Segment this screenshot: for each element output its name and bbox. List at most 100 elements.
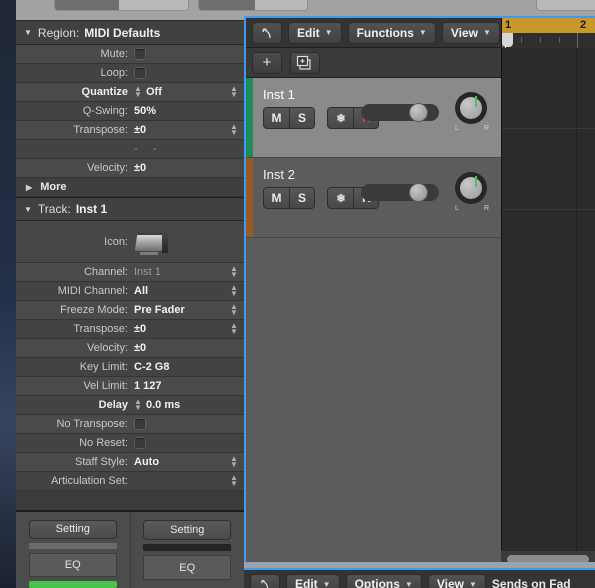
stepper-region-transpose[interactable]: ▲ ▼ (230, 123, 238, 137)
top-segmented-control-2[interactable] (198, 0, 308, 11)
volume-knob-2[interactable] (409, 183, 428, 202)
row-region-qswing[interactable]: Q-Swing: 50% (16, 102, 244, 121)
stepper-midi-channel[interactable]: ▲ ▼ (230, 284, 238, 298)
checkbox-no-transpose[interactable] (134, 418, 146, 430)
track-header-inst-2[interactable]: Inst 2 M S ❄ R L (246, 158, 501, 238)
checkbox-mute[interactable] (134, 48, 146, 60)
stepper-freeze-mode[interactable]: ▲ ▼ (230, 303, 238, 317)
top-segmented-control-3[interactable] (536, 0, 595, 11)
value-region-velocity[interactable]: ±0 (134, 162, 146, 174)
value-track-transpose[interactable]: ±0 (134, 323, 146, 335)
row-track-channel[interactable]: Channel: Inst 1 ▲ ▼ (16, 263, 244, 282)
segment-a[interactable] (55, 0, 119, 10)
value-freeze-mode[interactable]: Pre Fader (134, 304, 185, 316)
value-qswing[interactable]: 50% (134, 105, 156, 117)
row-track-transpose[interactable]: Transpose: ±0 ▲ ▼ (16, 320, 244, 339)
mute-solo-group-2[interactable]: M S (263, 187, 315, 209)
segment-e[interactable] (537, 0, 595, 10)
menu-functions[interactable]: Functions ▼ (347, 21, 436, 44)
value-midi-channel[interactable]: All (134, 285, 148, 297)
row-track-no-transpose[interactable]: No Transpose: (16, 415, 244, 434)
top-segmented-control-1[interactable] (54, 0, 189, 11)
stepper-channel[interactable]: ▲ ▼ (230, 265, 238, 279)
row-track-delay[interactable]: Delay ▲ ▼ 0.0 ms (16, 396, 244, 415)
row-track-staff-style[interactable]: Staff Style: Auto ▲ ▼ (16, 453, 244, 472)
playhead-handle[interactable] (502, 33, 513, 47)
sends-on-faders-label[interactable]: Sends on Fad (492, 577, 571, 588)
segment-b[interactable] (118, 0, 188, 10)
row-region-blank[interactable]: - - (16, 140, 244, 159)
mute-button-1[interactable]: M (264, 108, 289, 128)
eq-display-1[interactable]: EQ (28, 553, 117, 577)
value-blank-dashes[interactable]: - - (134, 143, 162, 155)
stepper-track-transpose[interactable]: ▲ ▼ (230, 322, 238, 336)
row-track-freeze-mode[interactable]: Freeze Mode: Pre Fader ▲ ▼ (16, 301, 244, 320)
undo-arrow-icon[interactable] (252, 21, 282, 44)
value-delay[interactable]: 0.0 ms (146, 399, 180, 411)
menu-edit[interactable]: Edit ▼ (288, 21, 342, 44)
disclosure-triangle-down-icon-track[interactable]: ▼ (24, 205, 32, 214)
channel-strip-1[interactable]: Setting EQ (16, 512, 130, 588)
region-section-header[interactable]: ▼ Region: MIDI Defaults (16, 21, 244, 45)
row-track-midi-channel[interactable]: MIDI Channel: All ▲ ▼ (16, 282, 244, 301)
freeze-button-2[interactable]: ❄ (328, 188, 354, 208)
row-track-no-reset[interactable]: No Reset: (16, 434, 244, 453)
eq-display-2[interactable]: EQ (143, 555, 232, 580)
row-track-icon[interactable]: Icon: (16, 221, 244, 263)
stepper-delay-left[interactable]: ▲ ▼ (134, 397, 142, 412)
stepper-staff-style[interactable]: ▲ ▼ (230, 455, 238, 469)
mixer-menu-edit[interactable]: Edit ▼ (286, 574, 340, 588)
channel-strip-2[interactable]: Setting EQ (129, 512, 245, 588)
mixer-menu-options[interactable]: Options ▼ (345, 574, 422, 588)
row-region-more[interactable]: ▶ More (16, 178, 244, 197)
value-region-transpose[interactable]: ±0 (134, 124, 146, 136)
stepper-quantize-right[interactable]: ▲ ▼ (230, 85, 238, 99)
row-region-mute[interactable]: Mute: (16, 45, 244, 64)
track-color-bar-2[interactable] (246, 158, 253, 237)
checkbox-loop[interactable] (134, 67, 146, 79)
row-track-key-limit[interactable]: Key Limit: C-2 G8 (16, 358, 244, 377)
row-track-velocity[interactable]: Velocity: ±0 (16, 339, 244, 358)
pan-knob-1[interactable] (455, 92, 487, 124)
mute-button-2[interactable]: M (264, 188, 289, 208)
mute-solo-group-1[interactable]: M S (263, 107, 315, 129)
freeze-button-1[interactable]: ❄ (328, 108, 354, 128)
menu-view[interactable]: View ▼ (441, 21, 500, 44)
arrange-canvas[interactable] (501, 48, 595, 550)
track-section-header[interactable]: ▼ Track: Inst 1 (16, 197, 244, 221)
mixer-menu-view[interactable]: View ▼ (427, 574, 486, 588)
instrument-slot-1[interactable] (28, 580, 117, 588)
solo-button-1[interactable]: S (289, 108, 314, 128)
undo-arrow-icon-mixer[interactable] (250, 574, 280, 588)
value-quantize[interactable]: Off (146, 86, 162, 98)
volume-slider-2[interactable] (361, 183, 439, 202)
grand-piano-icon[interactable] (134, 229, 168, 255)
row-track-vel-limit[interactable]: Vel Limit: 1 127 (16, 377, 244, 396)
duplicate-track-icon[interactable] (290, 51, 320, 74)
row-region-transpose[interactable]: Transpose: ±0 ▲ ▼ (16, 121, 244, 140)
solo-button-2[interactable]: S (289, 188, 314, 208)
pan-control-2[interactable]: L R (455, 172, 489, 216)
segment-c[interactable] (199, 0, 256, 10)
setting-button-2[interactable]: Setting (143, 520, 232, 540)
disclosure-triangle-down-icon[interactable]: ▼ (24, 28, 32, 37)
track-header-inst-1[interactable]: Inst 1 M S ❄ R L (246, 78, 501, 158)
row-region-quantize[interactable]: Quantize ▲ ▼ Off ▲ ▼ (16, 83, 244, 102)
setting-button-1[interactable]: Setting (28, 520, 117, 539)
volume-slider-1[interactable] (361, 103, 439, 122)
disclosure-triangle-right-icon[interactable]: ▶ (26, 183, 32, 192)
stepper-quantize-left[interactable]: ▲ ▼ (134, 84, 142, 99)
pan-control-1[interactable]: L R (455, 92, 489, 136)
row-region-velocity[interactable]: Velocity: ±0 (16, 159, 244, 178)
cycle-region[interactable]: 1 2 (502, 18, 595, 33)
ruler-ticks[interactable] (502, 33, 595, 48)
segment-d[interactable] (255, 0, 307, 10)
row-track-articulation-set[interactable]: Articulation Set: ▲ ▼ (16, 472, 244, 491)
add-track-button[interactable]: + (252, 51, 282, 74)
volume-knob-1[interactable] (409, 103, 428, 122)
pan-knob-2[interactable] (455, 172, 487, 204)
value-track-velocity[interactable]: ±0 (134, 342, 146, 354)
timeline-ruler[interactable]: 1 2 (501, 18, 595, 48)
value-staff-style[interactable]: Auto (134, 456, 159, 468)
value-key-limit[interactable]: C-2 G8 (134, 361, 169, 373)
